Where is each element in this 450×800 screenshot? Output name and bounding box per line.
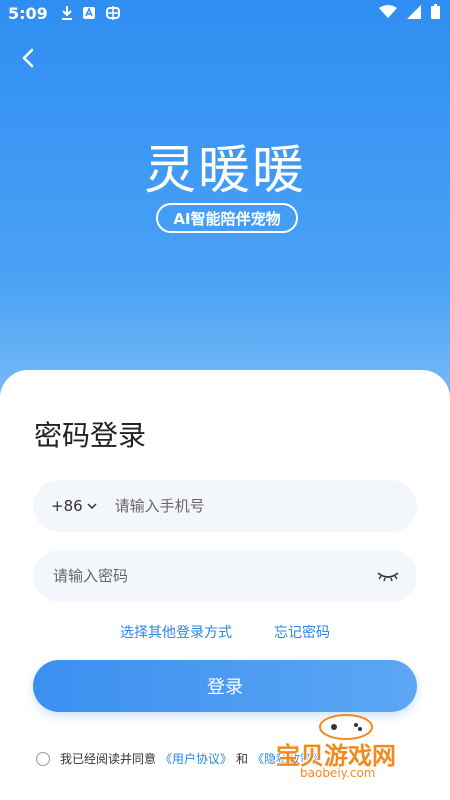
agreement-checkbox[interactable] [36,751,50,766]
app-logo: 灵暖暖 [143,141,306,201]
download-icon [61,6,72,20]
other-login-link[interactable]: 选择其他登录方式 [120,622,232,642]
app-tagline: AI智能陪伴宠物 [156,203,298,233]
phone-field: +86 [33,480,417,532]
chevron-down-icon [87,503,97,510]
phone-input[interactable] [112,496,417,516]
back-button[interactable] [14,44,42,72]
password-input[interactable] [51,566,377,586]
toggle-password-visibility[interactable] [377,570,399,582]
page-title: 密码登录 [34,419,147,452]
battery-icon [431,4,440,19]
status-bar: 5:09 [0,0,450,26]
wifi-icon [379,4,397,18]
status-time: 5:09 [8,3,48,23]
bug-icon [105,6,120,20]
agreement-prefix: 我已经阅读并同意 [60,752,157,766]
watermark-url: baobeiy.com [300,766,376,780]
password-field [33,550,417,602]
eye-closed-icon [377,572,399,582]
signal-icon [407,4,421,19]
user-agreement-link[interactable]: 《用户协议》 [160,750,232,767]
country-code-value: +86 [51,497,83,515]
country-code-select[interactable]: +86 [51,497,97,515]
login-button[interactable]: 登录 [33,660,417,712]
agreement-and: 和 [236,752,249,766]
chevron-left-icon [22,48,34,68]
app-notification-icon [82,7,95,19]
notification-icons [60,5,122,21]
forgot-password-link[interactable]: 忘记密码 [274,622,330,642]
site-watermark: 宝贝游戏网 baobeiy.com [276,712,444,792]
